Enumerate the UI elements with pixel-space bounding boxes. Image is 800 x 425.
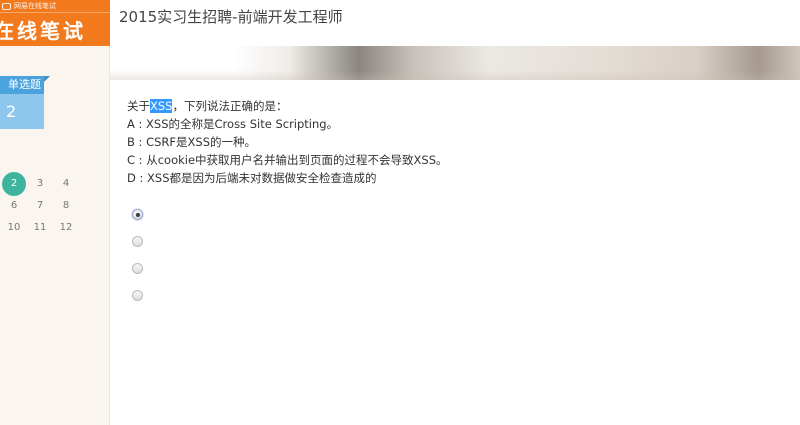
question-nav-item[interactable]: 11: [28, 216, 52, 240]
question-nav-item[interactable]: 6: [2, 194, 26, 218]
banner-shade: [110, 70, 800, 80]
question-nav-item[interactable]: 3: [28, 172, 52, 196]
question-nav-item[interactable]: 4: [54, 172, 78, 196]
question-stem-suffix: ，下列说法正确的是：: [172, 99, 288, 113]
question-panel: 关于XSS，下列说法正确的是： A : XSS的全称是Cross Site Sc…: [127, 97, 787, 187]
question-stem-prefix: 关于: [127, 99, 150, 113]
option-b-radio[interactable]: [132, 236, 143, 247]
logo-small: 网易在线笔试: [0, 0, 56, 12]
logo-mark-icon: [2, 2, 11, 10]
header: 网易在线笔试 在线笔试 2015实习生招聘-前端开发工程师: [0, 0, 800, 46]
option-d-radio[interactable]: [132, 290, 143, 301]
sidebar: 单选题 2 2 3 4 6 7 8 10 11 12: [0, 46, 110, 425]
page-title: 2015实习生招聘-前端开发工程师: [119, 8, 343, 26]
question-nav-item[interactable]: 2: [2, 172, 26, 196]
option-a-text: A : XSS的全称是Cross Site Scripting。: [127, 117, 339, 131]
banner-image: [110, 46, 800, 80]
question-nav-item[interactable]: 12: [54, 216, 78, 240]
option-b-text: B : CSRF是XSS的一种。: [127, 135, 256, 149]
logo-small-text: 网易在线笔试: [14, 2, 56, 10]
question-nav-item[interactable]: 8: [54, 194, 78, 218]
question-nav-item[interactable]: 7: [28, 194, 52, 218]
option-d-text: D : XSS都是因为后端未对数据做安全检查造成的: [127, 171, 377, 185]
page: 网易在线笔试 在线笔试 2015实习生招聘-前端开发工程师 单选题 2 2 3 …: [0, 0, 800, 425]
question-stem: 关于XSS，下列说法正确的是：: [127, 97, 787, 115]
question-stem-highlight: XSS: [150, 99, 173, 113]
question-count: 2: [0, 94, 44, 129]
option-c-text: C : 从cookie中获取用户名并输出到页面的过程不会导致XSS。: [127, 153, 448, 167]
question-nav-item[interactable]: 10: [2, 216, 26, 240]
option-c-radio[interactable]: [132, 263, 143, 274]
question-type-tab-corner: [44, 76, 50, 82]
question-type-tab[interactable]: 单选题: [0, 76, 44, 94]
option-a-radio[interactable]: [132, 209, 143, 220]
logo-text: 在线笔试: [0, 19, 86, 43]
logo[interactable]: 网易在线笔试 在线笔试: [0, 0, 110, 46]
logo-divider: [0, 12, 110, 13]
